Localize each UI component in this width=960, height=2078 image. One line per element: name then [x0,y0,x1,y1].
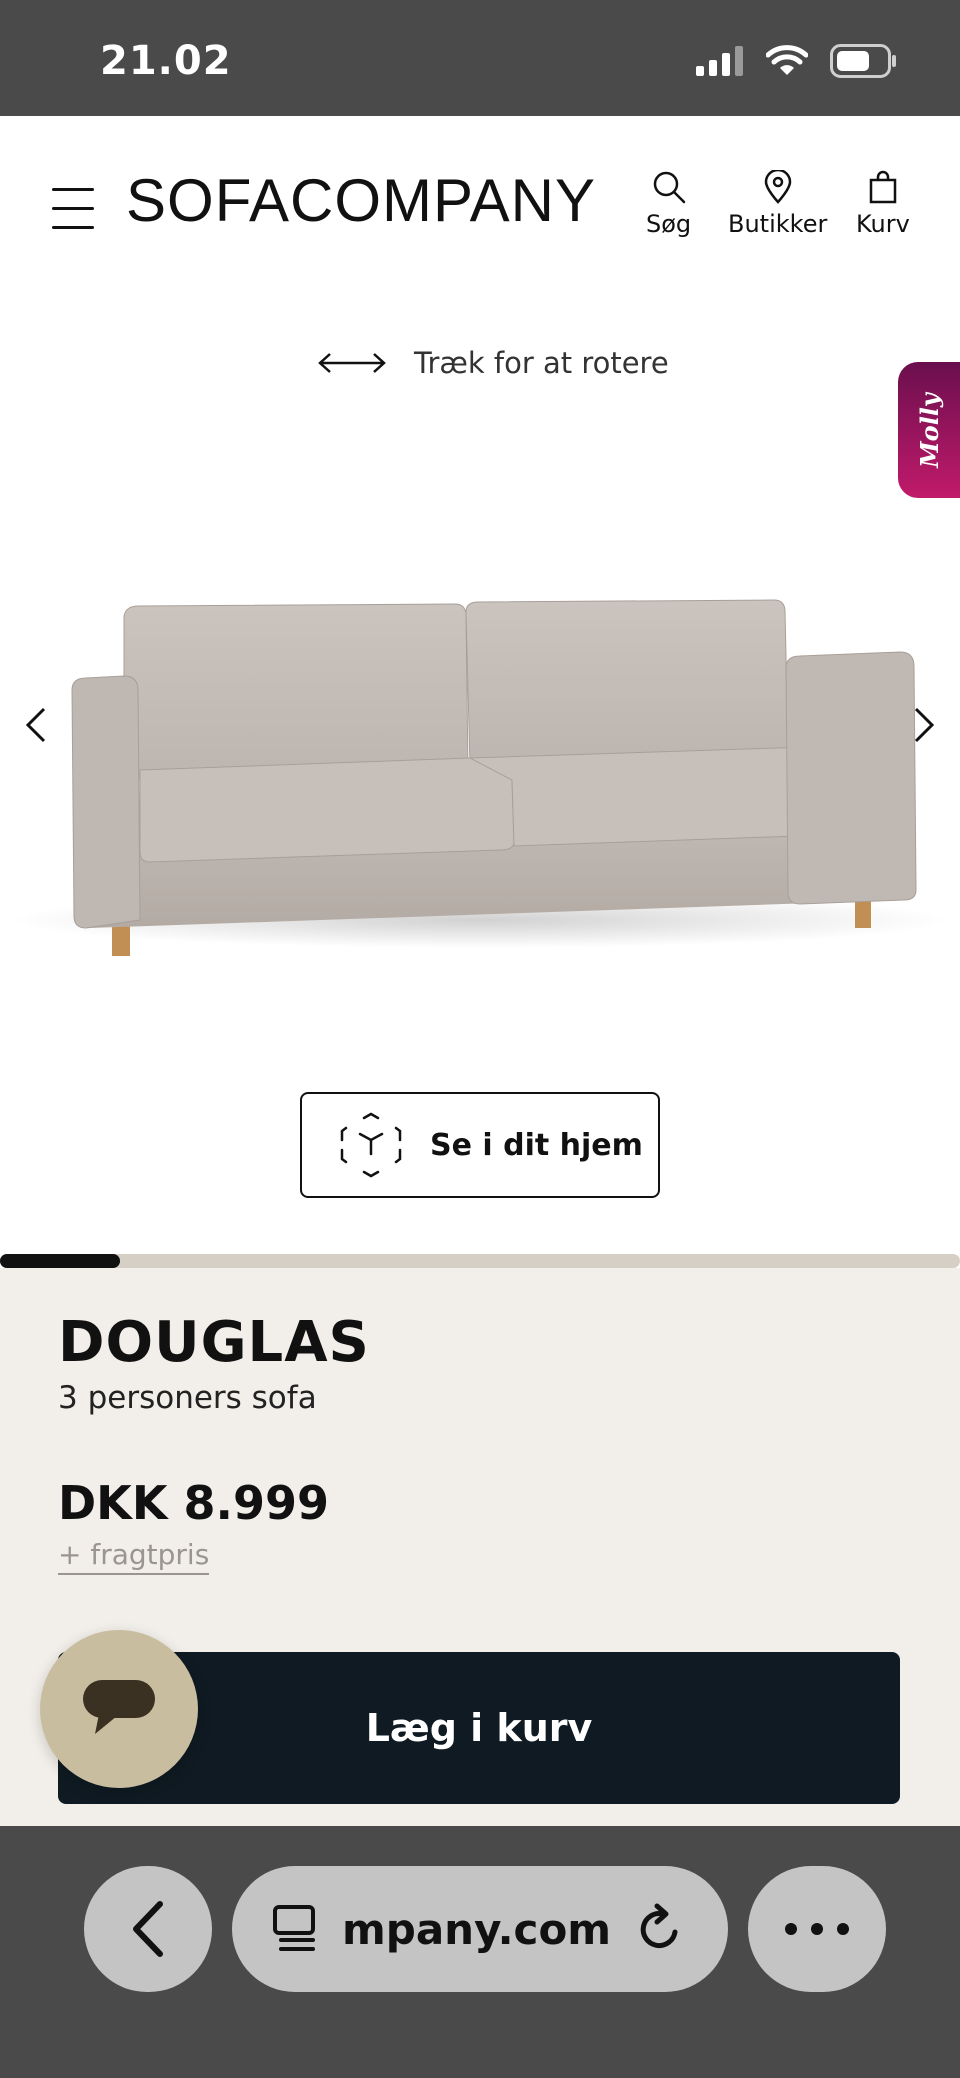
ar-button-label: Se i dit hjem [430,1127,643,1163]
shopping-bag-icon [869,170,897,204]
product-info: DOUGLAS 3 personers sofa DKK 8.999 + fra… [0,1268,960,1826]
rotate-hint: Træk for at rotere [316,346,669,380]
site-header: SOFACOMPANY Søg Butikker Kurv [0,116,960,294]
status-bar: 21.02 [0,0,960,116]
gallery-progress-fill [0,1254,120,1268]
nav-cart-label: Kurv [856,210,910,238]
nav-search-label: Søg [646,210,692,238]
ar-view-button[interactable]: Se i dit hjem [300,1092,660,1198]
chat-button[interactable] [40,1630,198,1788]
add-to-cart-label: Læg i kurv [365,1706,593,1750]
molly-label: Molly [914,392,944,468]
nav-cart[interactable]: Kurv [856,170,910,238]
location-pin-icon [764,170,791,204]
address-bar[interactable]: mpany.com [232,1866,728,1992]
rotate-hint-label: Træk for at rotere [414,346,669,380]
signal-icon [696,46,743,76]
nav-stores-label: Butikker [728,210,828,238]
more-icon [785,1923,849,1935]
site-logo[interactable]: SOFACOMPANY [126,166,596,235]
product-price: DKK 8.999 [58,1476,329,1530]
shipping-price-link[interactable]: + fragtpris [58,1538,210,1575]
status-time: 21.02 [100,38,232,84]
product-image[interactable] [0,580,960,1000]
reload-icon[interactable] [635,1902,685,1956]
browser-toolbar: mpany.com [0,1826,960,2078]
product-name: DOUGLAS [58,1310,370,1375]
browser-back-button[interactable] [84,1866,212,1992]
chat-icon [83,1680,155,1734]
wifi-icon [766,45,808,75]
molly-assistant-tab[interactable]: Molly [898,362,960,498]
gallery-progress-bar [0,1254,960,1268]
chevron-left-icon [133,1901,163,1957]
hamburger-icon[interactable] [52,186,94,230]
product-subtitle: 3 personers sofa [58,1380,317,1416]
search-icon [653,171,685,204]
nav-search[interactable]: Søg [646,170,691,238]
status-icons [696,44,898,78]
url-text: mpany.com [342,1904,612,1954]
browser-more-button[interactable] [748,1866,886,1992]
nav-stores[interactable]: Butikker [728,170,827,238]
ar-cube-icon [340,1112,402,1178]
battery-icon [830,44,896,78]
double-arrow-icon [318,353,386,373]
tabs-icon [273,1905,315,1951]
